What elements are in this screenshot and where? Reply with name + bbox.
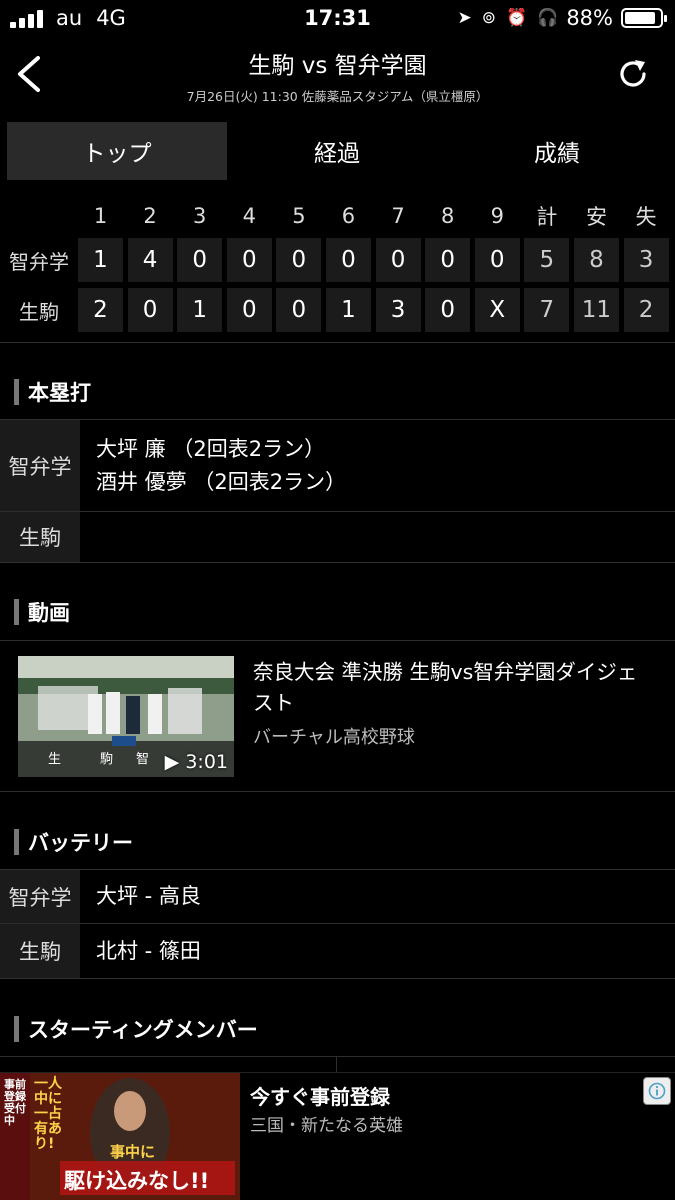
inning-score: 1	[78, 238, 123, 282]
video-channel: バーチャル高校野球	[253, 727, 415, 748]
inning-header: 1	[93, 204, 108, 228]
ad-catch-text: 事中に	[110, 1143, 156, 1161]
tab-top[interactable]: トップ	[7, 122, 227, 180]
divider	[336, 1056, 337, 1072]
ad-headline-text: 駆け込みなし!!	[64, 1169, 210, 1193]
inning-score: 2	[78, 288, 123, 332]
rotation-lock-icon: ⊚	[481, 8, 496, 28]
team-name: 智弁学	[0, 420, 80, 511]
ad-title[interactable]: 今すぐ事前登録	[250, 1081, 390, 1110]
inning-score: 1	[325, 288, 371, 332]
team-name: 智弁学	[9, 249, 69, 274]
inning-score: 0	[127, 288, 173, 332]
ad-banner[interactable]: 事前登録受付中 一人中に一占有あり! 事中に 駆け込みなし!! 今すぐ事前登録 …	[0, 1072, 675, 1200]
inning-header: 3	[193, 204, 207, 228]
ad-info-icon[interactable]	[643, 1077, 671, 1105]
total-hits: 11	[573, 288, 619, 332]
team-name: 智弁学	[0, 870, 80, 923]
ad-image[interactable]: 事前登録受付中 一人中に一占有あり! 事中に 駆け込みなし!!	[0, 1073, 240, 1200]
battery-value: 北村 - 篠田	[96, 938, 201, 963]
video-duration: ▶ 3:01	[164, 751, 228, 773]
battery-value: 大坪 - 高良	[96, 884, 201, 908]
inning-score: 4	[127, 238, 173, 282]
video-title[interactable]: 奈良大会 準決勝 生駒vs智弁学園ダイジェスト	[253, 657, 653, 719]
inning-header: 6	[341, 204, 356, 228]
home-run-entry: 大坪 廉 （2回表2ラン）	[96, 436, 326, 461]
game-info: 7月26日(火) 11:30 佐藤薬品スタジアム（県立橿原）	[186, 89, 489, 104]
inning-score: 0	[375, 238, 421, 282]
inning-score: 3	[375, 288, 421, 332]
inning-header: 8	[440, 204, 455, 228]
ad-badge-text: 事前登録受付中	[4, 1078, 26, 1127]
inning-score: 0	[474, 238, 520, 282]
page-title: 生駒 vs 智弁学園	[248, 53, 427, 79]
scoreboard-row-ikoma: 生駒 2 0 1 0 0 1 3 0 X 7 11 2	[0, 285, 675, 335]
team-name: 生駒	[0, 512, 80, 562]
video-thumbnail[interactable]: 生 駒 智 ▶ 3:01	[18, 656, 234, 777]
play-icon: ▶	[164, 751, 180, 773]
video-card[interactable]: 生 駒 智 ▶ 3:01 奈良大会 準決勝 生駒vs智弁学園ダイジェスト バーチ…	[0, 640, 675, 792]
section-title-battery: バッテリー	[14, 827, 133, 857]
total-runs: 7	[524, 288, 570, 332]
section-title-starting-members: スターティングメンバー	[14, 1014, 258, 1044]
team-name: 生駒	[0, 924, 80, 978]
inning-header: 4	[242, 204, 256, 228]
scoreboard-row-chiben: 智弁学 1 4 0 0 0 0 0 0 0 5 8 3	[0, 235, 675, 285]
thumb-team-c: 智	[136, 752, 150, 767]
scoreboard-header: 1 2 3 4 5 6 7 8 9 計 安 失	[0, 197, 675, 235]
inning-score: 0	[425, 238, 471, 282]
battery-row-chiben: 智弁学 大坪 - 高良	[0, 869, 675, 923]
total-errors: 2	[623, 288, 669, 332]
ad-subtitle: 三国・新たなる英雄	[250, 1116, 403, 1136]
inning-score: 1	[177, 288, 223, 332]
battery-row-ikoma: 生駒 北村 - 篠田	[0, 923, 675, 979]
headphones-icon: 🎧	[537, 8, 559, 28]
nav-header: 生駒 vs 智弁学園 7月26日(火) 11:30 佐藤薬品スタジアム（県立橿原…	[0, 36, 675, 112]
tab-stats[interactable]: 成績	[447, 122, 667, 180]
inning-score: 0	[226, 288, 272, 332]
inning-header: 9	[490, 204, 504, 228]
tab-bar: トップ 経過 成績	[7, 122, 667, 180]
inning-score: 0	[276, 238, 322, 282]
inning-header: 2	[143, 204, 157, 228]
inning-header: 5	[292, 204, 306, 228]
refresh-icon[interactable]	[615, 56, 651, 92]
section-title-video: 動画	[14, 597, 70, 627]
divider	[0, 1056, 675, 1057]
section-title-home-runs: 本塁打	[14, 377, 91, 407]
total-hits: 8	[573, 238, 619, 282]
errors-header: 失	[635, 205, 657, 229]
tab-progress[interactable]: 経過	[227, 122, 447, 180]
thumb-team-b: 駒	[100, 752, 114, 767]
home-run-entry: 酒井 優夢 （2回表2ラン）	[96, 469, 347, 494]
divider	[0, 342, 675, 343]
thumb-team-a: 生	[48, 752, 62, 767]
battery-icon	[621, 8, 667, 28]
location-arrow-icon: ➤	[457, 8, 472, 28]
ad-vertical-text: 一人中に一占有あり!	[34, 1076, 62, 1152]
inning-score: X	[474, 288, 520, 332]
alarm-icon: ⏰	[505, 8, 528, 28]
total-errors: 3	[623, 238, 669, 282]
inning-score: 0	[177, 238, 223, 282]
total-runs-header: 計	[536, 205, 558, 229]
inning-header: 7	[391, 204, 405, 228]
status-bar: au 4G 17:31 ➤ ⊚ ⏰ 🎧 88%	[0, 0, 675, 36]
home-run-row-ikoma: 生駒	[0, 511, 675, 563]
home-run-row-chiben: 智弁学 大坪 廉 （2回表2ラン） 酒井 優夢 （2回表2ラン）	[0, 419, 675, 511]
inning-score: 0	[276, 288, 322, 332]
inning-score: 0	[325, 238, 371, 282]
scoreboard: 1 2 3 4 5 6 7 8 9 計 安 失 智弁学 1 4 0 0 0 0 …	[0, 197, 675, 335]
inning-score: 0	[226, 238, 272, 282]
battery-percent: 88%	[566, 6, 613, 30]
hits-header: 安	[585, 205, 607, 229]
inning-score: 0	[425, 288, 471, 332]
team-name: 生駒	[19, 299, 59, 324]
total-runs: 5	[524, 238, 570, 282]
